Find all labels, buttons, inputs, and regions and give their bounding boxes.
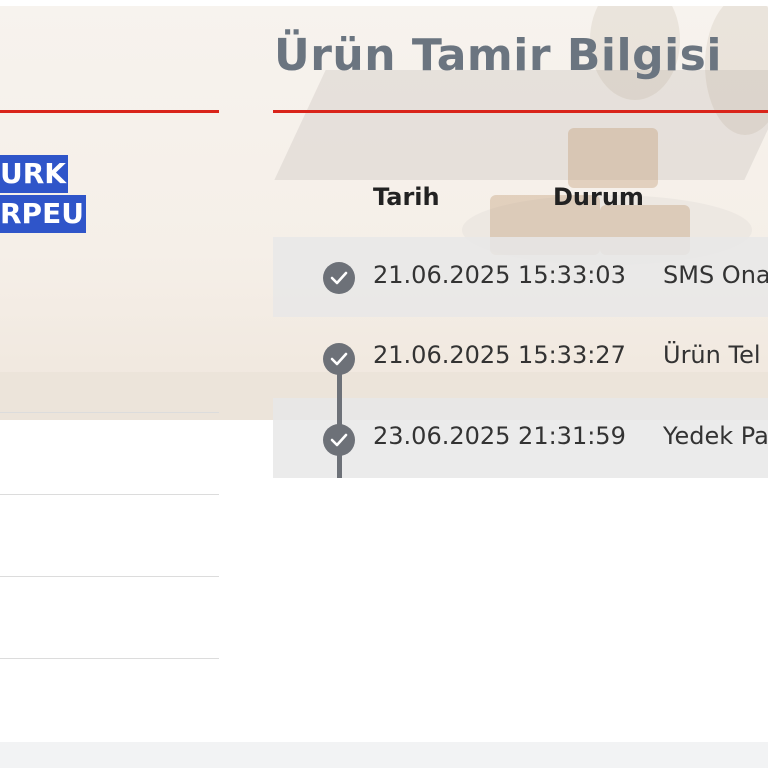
row-status: Yedek Pa xyxy=(663,422,768,450)
column-header-status: Durum xyxy=(553,183,644,211)
selected-text-line-1[interactable]: URK xyxy=(0,155,68,193)
column-header-date: Tarih xyxy=(373,183,440,211)
footer-strip xyxy=(0,742,768,768)
page-title: Ürün Tamir Bilgisi xyxy=(274,30,722,81)
left-row-divider xyxy=(0,658,219,659)
left-row-divider xyxy=(0,576,219,577)
selected-text-line-2[interactable]: RPEU xyxy=(0,195,86,233)
row-status: SMS Ona xyxy=(663,261,768,289)
left-row-divider xyxy=(0,494,219,495)
check-circle-icon xyxy=(323,262,355,294)
check-circle-icon xyxy=(323,343,355,375)
check-circle-icon xyxy=(323,424,355,456)
timeline-connector xyxy=(337,358,342,478)
row-status: Ürün Tel xyxy=(663,341,761,369)
row-date: 21.06.2025 15:33:03 xyxy=(373,261,626,289)
title-divider xyxy=(273,110,768,113)
left-section-divider xyxy=(0,110,219,113)
left-row-divider xyxy=(0,412,219,413)
row-date: 23.06.2025 21:31:59 xyxy=(373,422,626,450)
row-date: 21.06.2025 15:33:27 xyxy=(373,341,626,369)
